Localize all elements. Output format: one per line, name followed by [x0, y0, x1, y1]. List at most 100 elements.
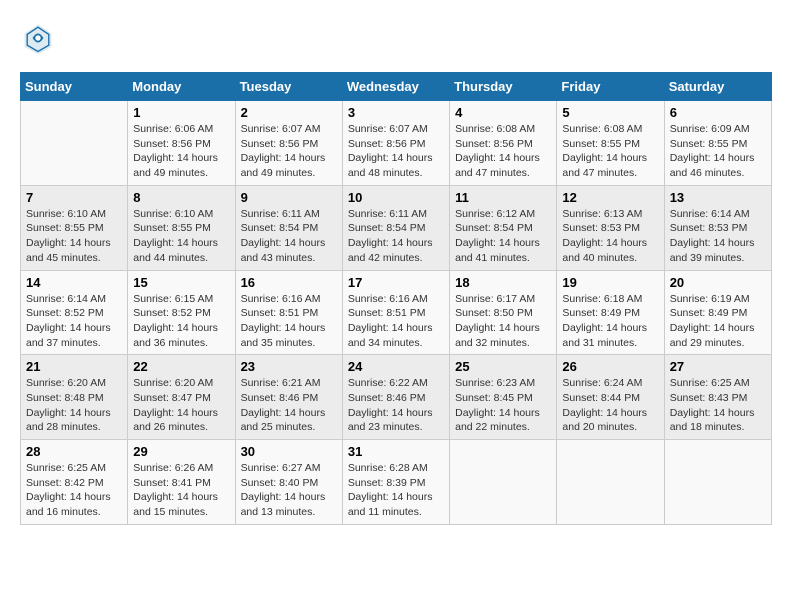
day-cell-14: 14 Sunrise: 6:14 AM Sunset: 8:52 PM Dayli…: [21, 270, 128, 355]
empty-cell: [557, 440, 664, 525]
empty-cell: [664, 440, 771, 525]
day-cell-7: 7 Sunrise: 6:10 AM Sunset: 8:55 PM Daylig…: [21, 185, 128, 270]
day-info: Sunrise: 6:20 AM Sunset: 8:48 PM Dayligh…: [26, 376, 122, 435]
day-info: Sunrise: 6:10 AM Sunset: 8:55 PM Dayligh…: [26, 207, 122, 266]
day-cell-19: 19 Sunrise: 6:18 AM Sunset: 8:49 PM Dayli…: [557, 270, 664, 355]
day-info: Sunrise: 6:16 AM Sunset: 8:51 PM Dayligh…: [241, 292, 337, 351]
day-cell-24: 24Sunrise: 6:22 AM Sunset: 8:46 PM Dayli…: [342, 355, 449, 440]
day-number: 11: [455, 190, 551, 205]
day-info: Sunrise: 6:18 AM Sunset: 8:49 PM Dayligh…: [562, 292, 658, 351]
page-header: [20, 20, 772, 56]
day-info: Sunrise: 6:07 AM Sunset: 8:56 PM Dayligh…: [348, 122, 444, 181]
day-info: Sunrise: 6:10 AM Sunset: 8:55 PM Dayligh…: [133, 207, 229, 266]
day-info: Sunrise: 6:20 AM Sunset: 8:47 PM Dayligh…: [133, 376, 229, 435]
day-info: Sunrise: 6:13 AM Sunset: 8:53 PM Dayligh…: [562, 207, 658, 266]
day-cell-28: 28 Sunrise: 6:25 AM Sunset: 8:42 PM Dayli…: [21, 440, 128, 525]
week-row-4: 21 Sunrise: 6:20 AM Sunset: 8:48 PM Dayli…: [21, 355, 772, 440]
day-info: Sunrise: 6:14 AM Sunset: 8:53 PM Dayligh…: [670, 207, 766, 266]
day-number: 20: [670, 275, 766, 290]
day-info: Sunrise: 6:11 AM Sunset: 8:54 PM Dayligh…: [241, 207, 337, 266]
day-cell-22: 22 Sunrise: 6:20 AM Sunset: 8:47 PM Dayli…: [128, 355, 235, 440]
day-cell-4: 4 Sunrise: 6:08 AM Sunset: 8:56 PM Daylig…: [450, 101, 557, 186]
day-number: 7: [26, 190, 122, 205]
day-info: Sunrise: 6:19 AM Sunset: 8:49 PM Dayligh…: [670, 292, 766, 351]
day-info: Sunrise: 6:24 AM Sunset: 8:44 PM Dayligh…: [562, 376, 658, 435]
day-cell-13: 13 Sunrise: 6:14 AM Sunset: 8:53 PM Dayli…: [664, 185, 771, 270]
day-info: Sunrise: 6:06 AM Sunset: 8:56 PM Dayligh…: [133, 122, 229, 181]
day-info: Sunrise: 6:27 AM Sunset: 8:40 PM Dayligh…: [241, 461, 337, 520]
day-number: 28: [26, 444, 122, 459]
day-cell-9: 9 Sunrise: 6:11 AM Sunset: 8:54 PM Daylig…: [235, 185, 342, 270]
day-cell-8: 8 Sunrise: 6:10 AM Sunset: 8:55 PM Daylig…: [128, 185, 235, 270]
day-number: 14: [26, 275, 122, 290]
day-cell-20: 20 Sunrise: 6:19 AM Sunset: 8:49 PM Dayli…: [664, 270, 771, 355]
calendar-table: SundayMondayTuesdayWednesdayThursdayFrid…: [20, 72, 772, 525]
day-cell-6: 6 Sunrise: 6:09 AM Sunset: 8:55 PM Daylig…: [664, 101, 771, 186]
day-cell-10: 10 Sunrise: 6:11 AM Sunset: 8:54 PM Dayli…: [342, 185, 449, 270]
day-number: 30: [241, 444, 337, 459]
day-number: 22: [133, 359, 229, 374]
day-number: 19: [562, 275, 658, 290]
day-number: 6: [670, 105, 766, 120]
weekday-header-thursday: Thursday: [450, 73, 557, 101]
day-number: 16: [241, 275, 337, 290]
weekday-header-wednesday: Wednesday: [342, 73, 449, 101]
day-info: Sunrise: 6:08 AM Sunset: 8:55 PM Dayligh…: [562, 122, 658, 181]
day-number: 26: [562, 359, 658, 374]
day-number: 25: [455, 359, 551, 374]
logo: [20, 20, 62, 56]
weekday-header-row: SundayMondayTuesdayWednesdayThursdayFrid…: [21, 73, 772, 101]
day-info: Sunrise: 6:12 AM Sunset: 8:54 PM Dayligh…: [455, 207, 551, 266]
day-info: Sunrise: 6:07 AM Sunset: 8:56 PM Dayligh…: [241, 122, 337, 181]
day-info: Sunrise: 6:25 AM Sunset: 8:42 PM Dayligh…: [26, 461, 122, 520]
day-info: Sunrise: 6:23 AM Sunset: 8:45 PM Dayligh…: [455, 376, 551, 435]
day-number: 2: [241, 105, 337, 120]
day-cell-12: 12 Sunrise: 6:13 AM Sunset: 8:53 PM Dayli…: [557, 185, 664, 270]
day-cell-29: 29 Sunrise: 6:26 AM Sunset: 8:41 PM Dayli…: [128, 440, 235, 525]
day-number: 29: [133, 444, 229, 459]
day-cell-18: 18Sunrise: 6:17 AM Sunset: 8:50 PM Dayli…: [450, 270, 557, 355]
weekday-header-tuesday: Tuesday: [235, 73, 342, 101]
day-number: 13: [670, 190, 766, 205]
day-info: Sunrise: 6:09 AM Sunset: 8:55 PM Dayligh…: [670, 122, 766, 181]
day-info: Sunrise: 6:22 AM Sunset: 8:46 PM Dayligh…: [348, 376, 444, 435]
day-info: Sunrise: 6:15 AM Sunset: 8:52 PM Dayligh…: [133, 292, 229, 351]
weekday-header-monday: Monday: [128, 73, 235, 101]
logo-icon: [20, 20, 56, 56]
weekday-header-saturday: Saturday: [664, 73, 771, 101]
day-info: Sunrise: 6:14 AM Sunset: 8:52 PM Dayligh…: [26, 292, 122, 351]
weekday-header-sunday: Sunday: [21, 73, 128, 101]
day-cell-30: 30 Sunrise: 6:27 AM Sunset: 8:40 PM Dayli…: [235, 440, 342, 525]
day-number: 5: [562, 105, 658, 120]
day-cell-26: 26 Sunrise: 6:24 AM Sunset: 8:44 PM Dayli…: [557, 355, 664, 440]
day-info: Sunrise: 6:08 AM Sunset: 8:56 PM Dayligh…: [455, 122, 551, 181]
day-info: Sunrise: 6:26 AM Sunset: 8:41 PM Dayligh…: [133, 461, 229, 520]
day-number: 1: [133, 105, 229, 120]
day-number: 4: [455, 105, 551, 120]
day-number: 3: [348, 105, 444, 120]
week-row-3: 14 Sunrise: 6:14 AM Sunset: 8:52 PM Dayli…: [21, 270, 772, 355]
empty-cell: [450, 440, 557, 525]
day-info: Sunrise: 6:28 AM Sunset: 8:39 PM Dayligh…: [348, 461, 444, 520]
day-info: Sunrise: 6:21 AM Sunset: 8:46 PM Dayligh…: [241, 376, 337, 435]
day-number: 17: [348, 275, 444, 290]
day-number: 23: [241, 359, 337, 374]
week-row-5: 28 Sunrise: 6:25 AM Sunset: 8:42 PM Dayli…: [21, 440, 772, 525]
day-info: Sunrise: 6:11 AM Sunset: 8:54 PM Dayligh…: [348, 207, 444, 266]
day-cell-31: 31 Sunrise: 6:28 AM Sunset: 8:39 PM Dayli…: [342, 440, 449, 525]
day-cell-15: 15 Sunrise: 6:15 AM Sunset: 8:52 PM Dayli…: [128, 270, 235, 355]
day-number: 18: [455, 275, 551, 290]
day-number: 9: [241, 190, 337, 205]
day-cell-17: 17Sunrise: 6:16 AM Sunset: 8:51 PM Dayli…: [342, 270, 449, 355]
day-number: 10: [348, 190, 444, 205]
week-row-2: 7 Sunrise: 6:10 AM Sunset: 8:55 PM Daylig…: [21, 185, 772, 270]
day-cell-5: 5 Sunrise: 6:08 AM Sunset: 8:55 PM Daylig…: [557, 101, 664, 186]
day-number: 27: [670, 359, 766, 374]
day-number: 15: [133, 275, 229, 290]
day-cell-11: 11 Sunrise: 6:12 AM Sunset: 8:54 PM Dayli…: [450, 185, 557, 270]
day-number: 8: [133, 190, 229, 205]
day-cell-23: 23 Sunrise: 6:21 AM Sunset: 8:46 PM Dayli…: [235, 355, 342, 440]
day-number: 21: [26, 359, 122, 374]
day-number: 12: [562, 190, 658, 205]
day-number: 31: [348, 444, 444, 459]
